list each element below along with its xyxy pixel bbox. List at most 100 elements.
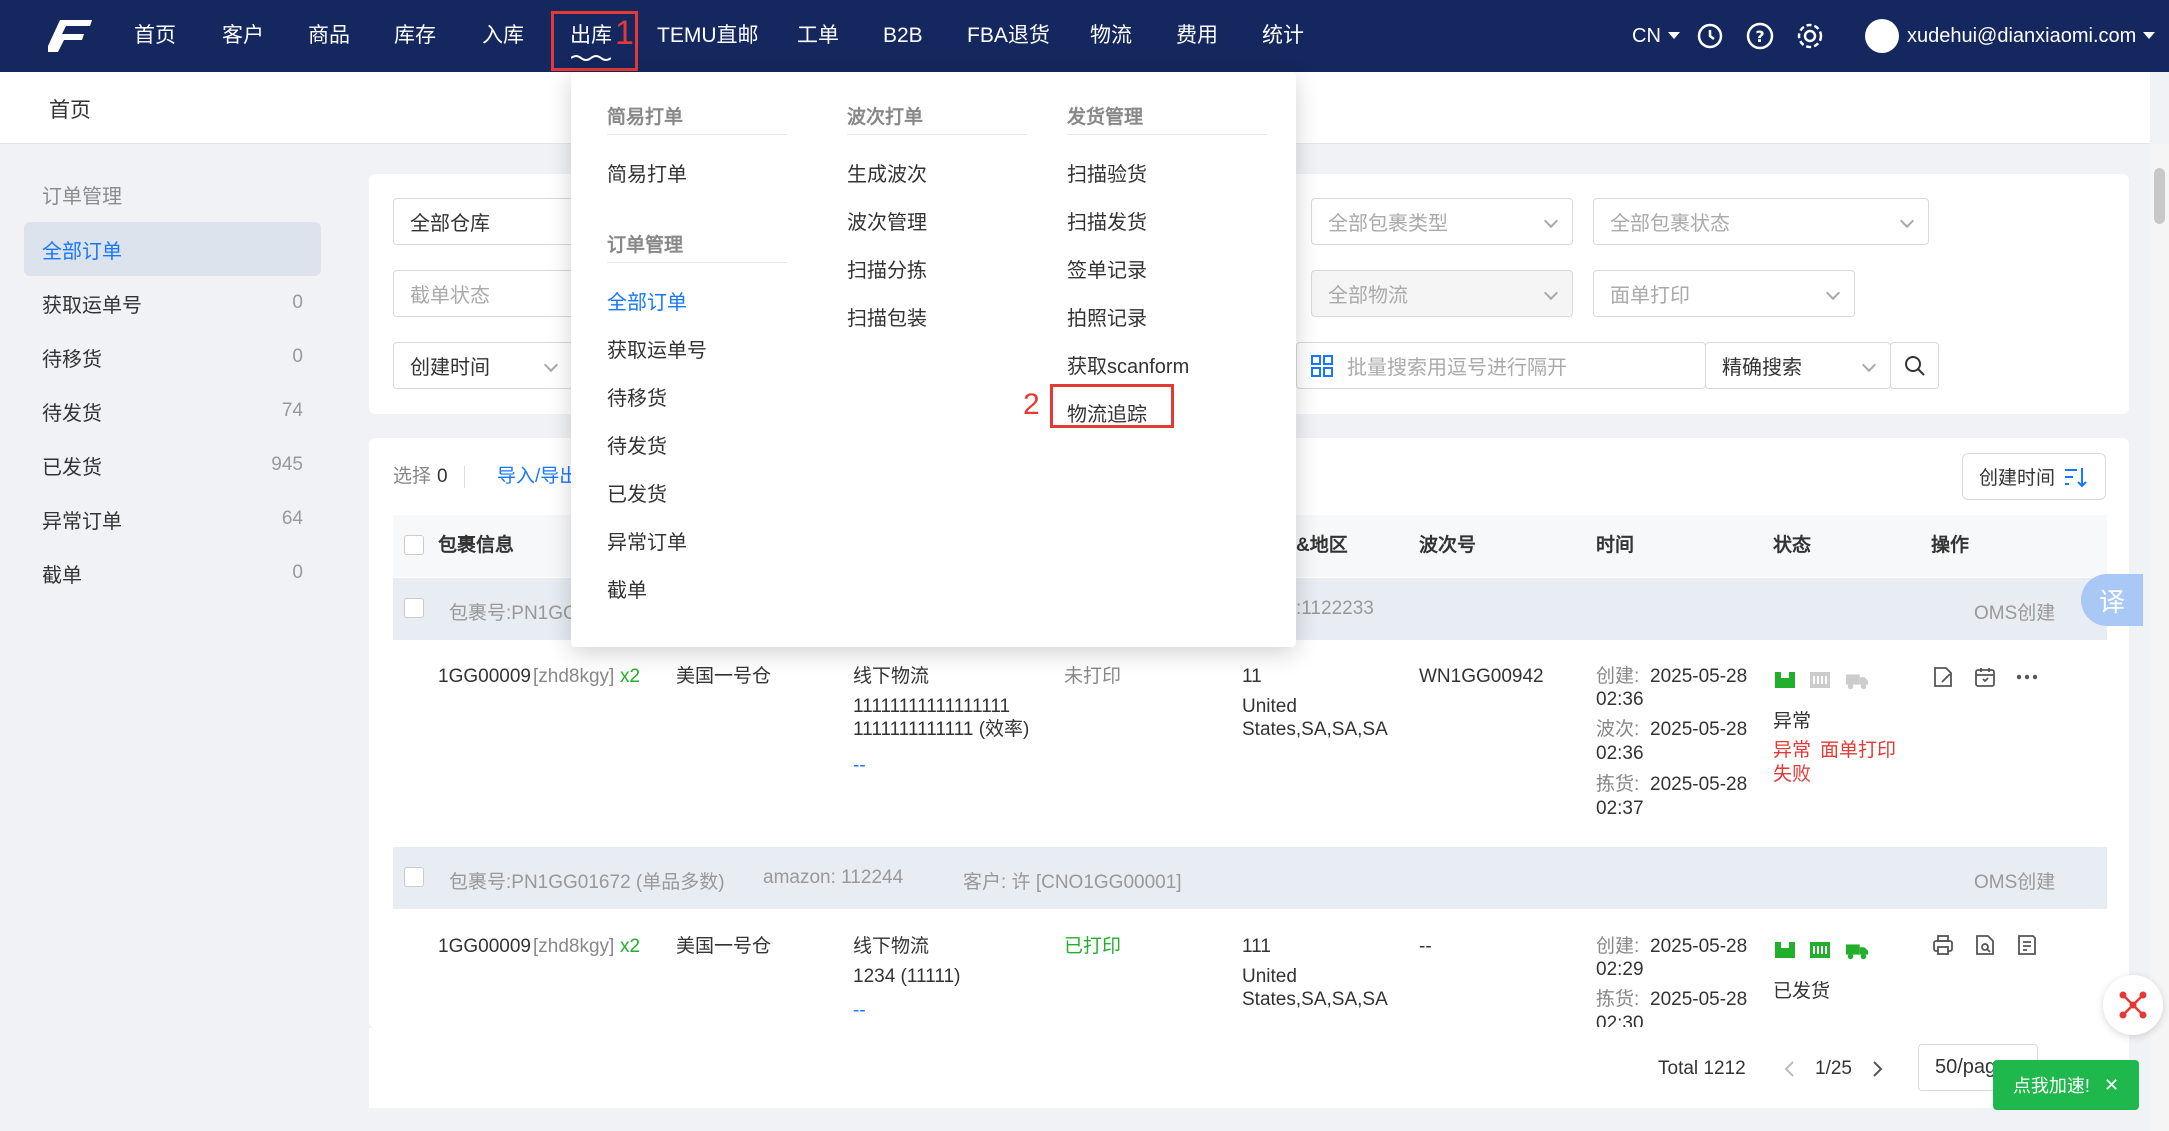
next-page-icon[interactable] [1870,1059,1884,1079]
menu-item-scan-pack[interactable]: 扫描包装 [847,302,927,331]
menu-item-scan-ship[interactable]: 扫描发货 [1067,206,1147,235]
menu-item-exceptions[interactable]: 异常订单 [607,526,687,555]
annotation-box-logistics-tracking [1050,384,1174,428]
menu-item-to-ship[interactable]: 待发货 [607,430,667,459]
tracking-link[interactable]: -- [853,997,866,1024]
customer: 客户: 许 [CNO1GG00001] [963,872,1182,893]
menu-item-photo-records[interactable]: 拍照记录 [1067,302,1147,331]
nav-fees[interactable]: 费用 [1176,0,1218,72]
nav-workorders[interactable]: 工单 [797,0,839,72]
menu-item-cutoff[interactable]: 截单 [607,574,647,603]
clock-icon[interactable] [1697,22,1725,50]
col-time: 时间 [1596,535,1635,556]
row-checkbox[interactable] [404,867,424,887]
assistant-button[interactable] [2103,975,2163,1035]
calendar-icon[interactable] [1973,665,1997,689]
user-menu[interactable]: xudehui@dianxiaomi.com [1865,0,2156,72]
app-logo-icon[interactable] [44,16,94,56]
doc-search-icon[interactable] [1973,933,1997,957]
scrollbar-thumb[interactable] [2154,168,2165,224]
translate-button[interactable]: 译 [2081,574,2143,626]
menu-item-sign-records[interactable]: 签单记录 [1067,254,1147,283]
menu-item-generate-wave[interactable]: 生成波次 [847,158,927,187]
menu-item-wave-management[interactable]: 波次管理 [847,206,927,235]
sidebar-title: 订单管理 [42,186,122,208]
warehouse-select[interactable]: 全部仓库 [393,198,593,245]
sort-button[interactable]: 创建时间 [1962,453,2106,500]
nav-inventory[interactable]: 库存 [394,0,436,72]
nav-fba-returns[interactable]: FBA退货 [967,0,1050,72]
language-selector[interactable]: CN [1632,0,1681,72]
printer-icon[interactable] [1931,933,1955,957]
menu-item-get-tracking[interactable]: 获取运单号 [607,334,707,363]
chevron-down-icon [1543,213,1559,229]
region-code: 111 [1242,936,1271,957]
nav-stats[interactable]: 统计 [1262,0,1304,72]
sidebar-item-count: 0 [292,562,303,583]
menu-item-get-scanform[interactable]: 获取scanform [1067,350,1189,379]
logistics-select[interactable]: 全部物流 [1311,270,1573,317]
sidebar-item-count: 0 [292,292,303,313]
import-export-link[interactable]: 导入/导出 [497,463,578,490]
row-checkbox[interactable] [404,598,424,618]
sidebar-item-label: 待发货 [42,402,102,425]
nav-home[interactable]: 首页 [134,0,176,72]
prev-page-icon[interactable] [1783,1059,1797,1079]
order-source: OMS创建 [1974,603,2056,624]
sidebar-item-get-tracking[interactable]: 获取运单号 0 [24,276,321,330]
time-label: 拣货: [1596,774,1640,795]
menu-item-all-orders[interactable]: 全部订单 [607,286,687,315]
nav-logistics[interactable]: 物流 [1090,0,1132,72]
edit-icon[interactable] [1931,665,1955,689]
batch-search-input[interactable]: 批量搜索用逗号进行隔开 [1296,342,1706,389]
notes-icon[interactable] [2015,933,2039,957]
tracking-number: 1234 (11111) [853,966,961,987]
sidebar-item-shipped[interactable]: 已发货 945 [24,438,321,492]
sidebar-item-cutoff[interactable]: 截单 0 [24,546,321,600]
network-icon [2119,991,2147,1019]
chevron-down-icon [1861,357,1877,373]
time-type-select[interactable]: 创建时间 [393,342,573,389]
logistics: 线下物流 [853,666,930,687]
quantity: x2 [620,936,641,957]
label-print-select[interactable]: 面单打印 [1593,270,1855,317]
sidebar-item-label: 截单 [42,564,82,587]
help-icon[interactable]: ? [1746,22,1774,50]
more-icon[interactable] [2015,665,2039,689]
active-wave-icon [571,55,611,61]
tracking-link[interactable]: -- [853,752,866,779]
sidebar-item-to-ship[interactable]: 待发货 74 [24,384,321,438]
select-all-checkbox[interactable] [404,535,424,555]
sku-code: [zhd8kgy] [533,936,615,957]
menu-item-scan-sort[interactable]: 扫描分拣 [847,254,927,283]
menu-item-to-move[interactable]: 待移货 [607,382,667,411]
nav-b2b[interactable]: B2B [883,0,923,72]
package-type-select[interactable]: 全部包裹类型 [1311,198,1573,245]
menu-item-shipped[interactable]: 已发货 [607,478,667,507]
search-mode-select[interactable]: 精确搜索 [1705,342,1891,389]
breadcrumb[interactable]: 首页 [49,94,91,124]
package-status-select[interactable]: 全部包裹状态 [1593,198,1929,245]
menu-item-simple-print[interactable]: 简易打单 [607,158,687,187]
sidebar-item-exceptions[interactable]: 异常订单 64 [24,492,321,546]
search-button[interactable] [1890,342,1939,389]
speedup-toast[interactable]: 点我加速! ✕ [1993,1060,2139,1110]
gear-icon[interactable] [1796,22,1824,50]
nav-inbound[interactable]: 入库 [482,0,524,72]
quantity: x2 [620,666,641,687]
wave-number[interactable]: WN1GG00942 [1419,663,1544,690]
selected-label: 选择 [393,466,432,487]
outbound-dropdown-menu: 简易打单 简易打单 订单管理 全部订单 获取运单号 待移货 待发货 已发货 异常… [571,72,1296,647]
divider [1067,134,1267,135]
nav-customers[interactable]: 客户 [222,0,264,72]
time-wave-hour: 02:36 [1596,743,1644,764]
menu-item-scan-inspect[interactable]: 扫描验货 [1067,158,1147,187]
nav-temu[interactable]: TEMU直邮 [657,0,759,72]
sidebar-item-to-move[interactable]: 待移货 0 [24,330,321,384]
sidebar-item-all-orders[interactable]: 全部订单 [24,222,321,276]
close-icon[interactable]: ✕ [2104,1075,2119,1096]
cutoff-status-select[interactable]: 截单状态 [393,270,593,317]
package-number: 包裹号:PN1GG0 [449,603,589,624]
truck-gray-icon [1845,674,1869,690]
nav-products[interactable]: 商品 [308,0,350,72]
